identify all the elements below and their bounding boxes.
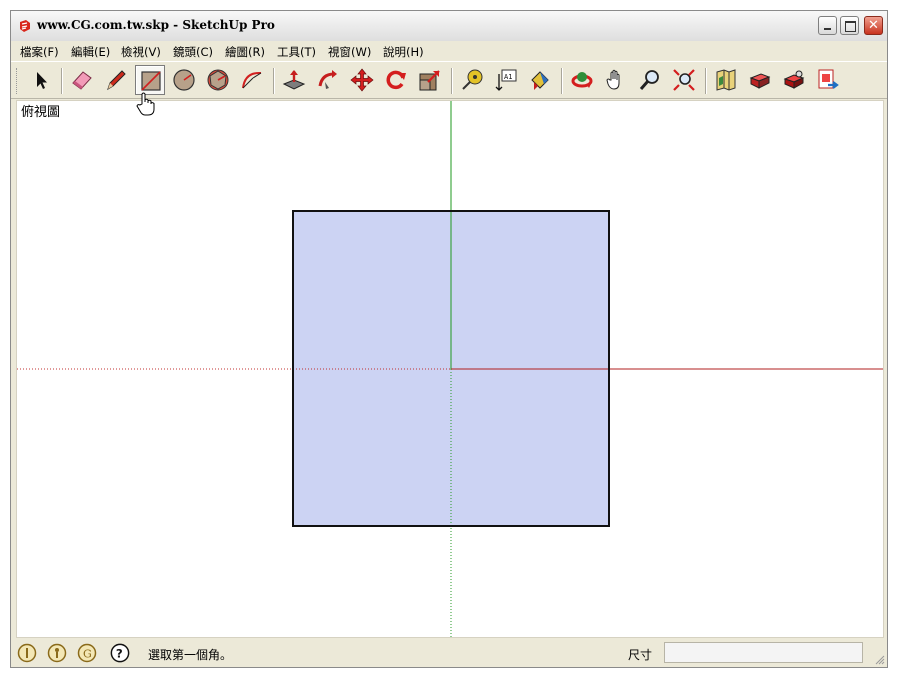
scale-icon: [419, 70, 440, 91]
menu-help[interactable]: 說明(H): [383, 44, 424, 60]
share-model-tool-button[interactable]: [745, 65, 775, 95]
toolbar-separator: [705, 68, 707, 94]
eraser-tool-button[interactable]: [67, 65, 97, 95]
menu-view[interactable]: 檢視(V): [121, 44, 161, 60]
share-model-icon: [749, 73, 771, 89]
status-bar: G ? 選取第一個角。 尺寸: [11, 639, 887, 667]
text-tool-button[interactable]: A1: [491, 65, 521, 95]
menu-camera[interactable]: 鏡頭(C): [173, 44, 213, 60]
share-component-icon: [783, 70, 805, 89]
pan-tool-button[interactable]: [601, 65, 631, 95]
select-tool-button[interactable]: [26, 65, 56, 95]
get-models-tool-button[interactable]: [711, 65, 741, 95]
push-pull-icon: [282, 70, 306, 90]
polygon-icon: [207, 69, 229, 91]
paint-bucket-icon: [531, 71, 549, 90]
maximize-icon: [845, 21, 856, 32]
geo-location-icon[interactable]: [17, 643, 37, 663]
toolbar-separator: [451, 68, 453, 94]
view-label: 俯視圖: [21, 105, 61, 120]
hand-cursor-icon: [136, 92, 155, 116]
credits-icon[interactable]: [47, 643, 67, 663]
get-models-icon: [716, 69, 736, 91]
menu-edit[interactable]: 編輯(E): [71, 44, 110, 60]
pencil-icon: [107, 70, 126, 91]
select-icon: [37, 72, 47, 89]
sketchup-logo-icon: [20, 20, 30, 32]
circle-tool-button[interactable]: [169, 65, 199, 95]
rectangle-icon: [141, 71, 161, 91]
svg-text:G: G: [83, 648, 92, 661]
status-message: 選取第一個角。: [148, 648, 233, 662]
move-tool-button[interactable]: [347, 65, 377, 95]
zoom-icon: [639, 70, 659, 90]
account-icon[interactable]: G: [77, 643, 97, 663]
toolbar-separator: [61, 68, 63, 94]
svg-text:A1: A1: [504, 73, 512, 81]
pencil-tool-button[interactable]: [101, 65, 131, 95]
minimize-icon: [824, 28, 831, 30]
viewport-graphics: [17, 101, 883, 637]
menu-window[interactable]: 視窗(W): [328, 44, 371, 60]
maximize-button[interactable]: [840, 16, 859, 35]
title-bar[interactable]: www.CG.com.tw.skp - SketchUp Pro ✕: [11, 11, 887, 42]
polygon-tool-button[interactable]: [203, 65, 233, 95]
menu-file[interactable]: 檔案(F): [20, 44, 59, 60]
menu-bar: 檔案(F) 編輯(E) 檢視(V) 鏡頭(C) 繪圖(R) 工具(T) 視窗(W…: [11, 41, 887, 61]
svg-text:?: ?: [116, 647, 123, 661]
menu-draw[interactable]: 繪圖(R): [225, 44, 265, 60]
eraser-icon: [72, 71, 92, 90]
minimize-button[interactable]: [818, 16, 837, 35]
close-button[interactable]: ✕: [864, 16, 883, 35]
drawing-canvas[interactable]: 俯視圖: [16, 100, 884, 638]
follow-me-icon: [318, 70, 337, 89]
zoom-extents-tool-button[interactable]: [669, 65, 699, 95]
orbit-icon: [571, 72, 593, 88]
send-to-layout-tool-button[interactable]: [813, 65, 843, 95]
rotate-icon: [386, 70, 406, 90]
measurements-label: 尺寸: [628, 648, 653, 662]
tape-measure-icon: [462, 69, 483, 90]
rotate-tool-button[interactable]: [381, 65, 411, 95]
toolbar-separator: [273, 68, 275, 94]
zoom-extents-icon: [673, 69, 695, 91]
scale-tool-button[interactable]: [415, 65, 445, 95]
arc-icon: [242, 71, 262, 89]
text-icon: A1: [495, 69, 517, 91]
push-pull-tool-button[interactable]: [279, 65, 309, 95]
circle-icon: [173, 69, 195, 91]
send-to-layout-icon: [818, 69, 839, 89]
window-title: www.CG.com.tw.skp - SketchUp Pro: [37, 18, 275, 32]
follow-me-tool-button[interactable]: [313, 65, 343, 95]
toolbar-separator: [561, 68, 563, 94]
zoom-tool-button[interactable]: [635, 65, 665, 95]
pan-icon: [606, 69, 620, 90]
close-icon: ✕: [868, 18, 879, 33]
share-component-tool-button[interactable]: [779, 65, 809, 95]
paint-bucket-tool-button[interactable]: [525, 65, 555, 95]
move-icon: [350, 68, 374, 92]
orbit-tool-button[interactable]: [567, 65, 597, 95]
resize-grip-icon[interactable]: [875, 655, 885, 665]
measurements-input[interactable]: [664, 642, 863, 663]
arc-tool-button[interactable]: [237, 65, 267, 95]
toolbar-grip[interactable]: [16, 68, 20, 94]
help-icon[interactable]: ?: [110, 643, 130, 663]
menu-tools[interactable]: 工具(T): [277, 44, 316, 60]
tape-measure-tool-button[interactable]: [457, 65, 487, 95]
